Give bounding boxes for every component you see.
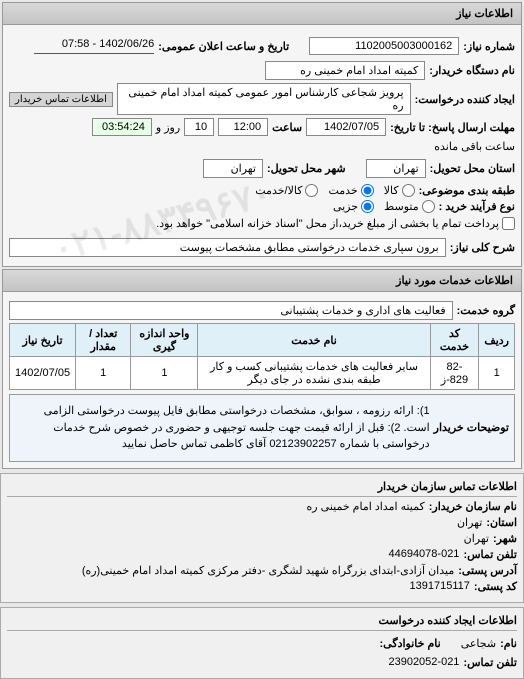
province-label: استان محل تحویل: bbox=[430, 162, 515, 175]
time-remain: 03:54:24 bbox=[92, 118, 152, 136]
td-4: 1 bbox=[76, 357, 131, 390]
req-number-value: 1102005003000162 bbox=[309, 37, 459, 55]
payment-checkbox[interactable] bbox=[502, 217, 515, 230]
th-0: ردیف bbox=[479, 324, 515, 357]
cc-phone-label: تلفن تماس: bbox=[463, 656, 517, 669]
td-0: 1 bbox=[479, 357, 515, 390]
buyer-contact-header: اطلاعات تماس سازمان خریدار bbox=[7, 480, 517, 497]
budget-radio-both[interactable] bbox=[305, 184, 318, 197]
req-number-label: شماره نیاز: bbox=[463, 40, 515, 53]
deadline-label: مهلت ارسال پاسخ: تا تاریخ: bbox=[390, 121, 515, 134]
cc-phone-val: 23902052-021 bbox=[388, 656, 459, 668]
budget-label: طبقه بندی موضوعی: bbox=[419, 184, 515, 197]
services-table: ردیف کد خدمت نام خدمت واحد اندازه گیری ت… bbox=[9, 323, 515, 390]
th-2: نام خدمت bbox=[198, 324, 430, 357]
creator-label: ایجاد کننده درخواست: bbox=[415, 93, 515, 106]
cc-name-label: نام: bbox=[500, 637, 517, 650]
td-2: سایر فعالیت های خدمات پشتیبانی کسب و کار… bbox=[198, 357, 430, 390]
creator-contact-section: اطلاعات ایجاد کننده درخواست نام: شجاعی نا… bbox=[0, 607, 524, 679]
th-4: تعداد / مقدار bbox=[76, 324, 131, 357]
creator-contact-header: اطلاعات ایجاد کننده درخواست bbox=[7, 614, 517, 631]
size-label: نوع فرآیند خرید : bbox=[439, 200, 515, 213]
group-label: گروه خدمت: bbox=[457, 304, 515, 317]
th-5: تاریخ نیاز bbox=[10, 324, 76, 357]
th-3: واحد اندازه گیری bbox=[131, 324, 198, 357]
budget-opt-2: کالا/خدمت bbox=[255, 184, 302, 197]
size-radio-small[interactable] bbox=[361, 200, 374, 213]
td-5: 1402/07/05 bbox=[10, 357, 76, 390]
budget-radio-goods[interactable] bbox=[402, 184, 415, 197]
th-1: کد خدمت bbox=[430, 324, 479, 357]
cb-phone-label: تلفن تماس: bbox=[463, 548, 517, 561]
size-radio-medium[interactable] bbox=[422, 200, 435, 213]
payment-note: پرداخت تمام یا بخشی از مبلغ خرید،از محل … bbox=[156, 217, 499, 230]
panel1-header: اطلاعات نیاز bbox=[3, 3, 521, 25]
cb-addr-val: میدان آزادی-ابتدای بزرگراه شهید لشگری -د… bbox=[82, 564, 454, 577]
td-1: 82-829-ز bbox=[430, 357, 479, 390]
budget-opt-1: خدمت bbox=[328, 184, 357, 197]
services-panel: اطلاعات خدمات مورد نیاز گروه خدمت: فعالی… bbox=[2, 269, 522, 469]
cb-prov-val: تهران bbox=[457, 516, 482, 529]
time-remain-label: ساعت باقی مانده bbox=[434, 140, 515, 153]
cb-postal-val: 1391715117 bbox=[410, 580, 470, 592]
buyer-label: نام دستگاه خریدار: bbox=[429, 64, 515, 77]
days-label: روز و bbox=[156, 121, 180, 134]
cb-prov-label: استان: bbox=[486, 516, 517, 529]
cc-name-val: شجاعی bbox=[461, 637, 496, 650]
contact-info-link[interactable]: اطلاعات تماس خریدار bbox=[9, 92, 113, 107]
deadline-date: 1402/07/05 bbox=[306, 118, 386, 136]
size-opt-1: جزیی bbox=[333, 200, 358, 213]
summary-value: برون سپاری خدمات درخواستی مطابق مشخصات پ… bbox=[9, 238, 446, 257]
province-value: تهران bbox=[366, 159, 426, 178]
group-value: فعالیت های اداری و خدمات پشتیبانی bbox=[9, 301, 453, 320]
cb-org-val: کمیته امداد امام خمینی ره bbox=[307, 500, 425, 513]
announce-value: 1402/06/26 - 07:58 bbox=[34, 38, 154, 54]
time-label: ساعت bbox=[272, 121, 302, 134]
cb-org-label: نام سازمان خریدار: bbox=[429, 500, 517, 513]
city-value: تهران bbox=[203, 159, 263, 178]
cb-addr-label: آدرس پستی: bbox=[458, 564, 517, 577]
desc-text: 1): ارائه رزومه ، سوابق، مشخصات درخواستی… bbox=[15, 403, 430, 453]
budget-radio-service[interactable] bbox=[361, 184, 374, 197]
deadline-time: 12:00 bbox=[218, 118, 268, 136]
table-row: 1 82-829-ز سایر فعالیت های خدمات پشتیبان… bbox=[10, 357, 515, 390]
table-header-row: ردیف کد خدمت نام خدمت واحد اندازه گیری ت… bbox=[10, 324, 515, 357]
buyer-description-box: توضیحات خریدار 1): ارائه رزومه ، سوابق، … bbox=[9, 394, 515, 462]
cb-postal-label: کد پستی: bbox=[474, 580, 517, 593]
days-remain: 10 bbox=[184, 118, 214, 136]
announce-label: تاریخ و ساعت اعلان عمومی: bbox=[158, 40, 289, 53]
size-radio-group: متوسط جزیی bbox=[333, 200, 435, 213]
summary-label: شرح کلی نیاز: bbox=[450, 241, 515, 254]
buyer-value: کمیته امداد امام خمینی ره bbox=[265, 61, 425, 80]
cb-phone-val: 44694078-021 bbox=[388, 548, 459, 560]
td-3: 1 bbox=[131, 357, 198, 390]
panel2-header: اطلاعات خدمات مورد نیاز bbox=[3, 270, 521, 292]
cc-family-label: نام خانوادگی: bbox=[380, 637, 441, 650]
budget-radio-group: کالا خدمت کالا/خدمت bbox=[255, 184, 414, 197]
desc-label: توضیحات خریدار bbox=[434, 420, 509, 437]
budget-opt-0: کالا bbox=[384, 184, 399, 197]
need-info-panel: اطلاعات نیاز شماره نیاز: 110200500300016… bbox=[2, 2, 522, 267]
cb-city-label: شهر: bbox=[493, 532, 517, 545]
cb-city-val: تهران bbox=[464, 532, 489, 545]
buyer-contact-section: اطلاعات تماس سازمان خریدار نام سازمان خر… bbox=[0, 473, 524, 603]
city-label: شهر محل تحویل: bbox=[267, 162, 346, 175]
size-opt-0: متوسط bbox=[384, 200, 419, 213]
creator-value: پرویز شجاعی کارشناس امور عمومی کمیته امد… bbox=[117, 83, 411, 115]
